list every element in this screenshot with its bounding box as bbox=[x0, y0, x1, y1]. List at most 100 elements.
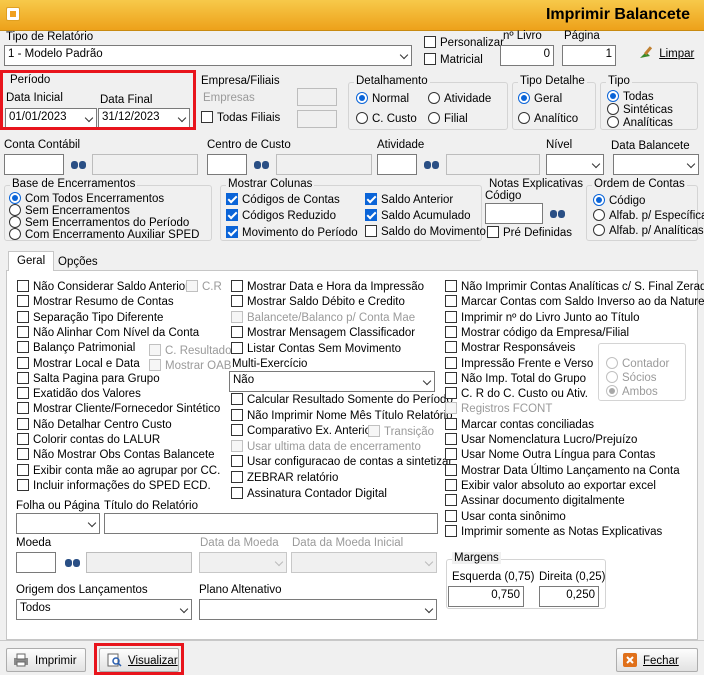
tipo-analiticas-radio[interactable]: Analíticas bbox=[607, 116, 673, 130]
assinar-documento-digitalmente-checkbox[interactable]: Assinar documento digitalmente bbox=[445, 494, 625, 509]
empresas-input[interactable] bbox=[297, 88, 337, 106]
usar-configuracao-de-contas-a-sintetizar-checkbox[interactable]: Usar configuracao de contas a sintetizar bbox=[231, 455, 452, 470]
margem-esquerda-input[interactable]: 0,750 bbox=[448, 586, 524, 607]
base-auxiliar-sped-radio[interactable]: Com Encerramento Auxiliar SPED bbox=[9, 228, 199, 242]
detalhamento-atividade-radio[interactable]: Atividade bbox=[428, 92, 491, 106]
usar-nomenclatura-lucro-prejuizo-checkbox[interactable]: Usar Nomenclatura Lucro/Prejuízo bbox=[445, 433, 637, 448]
mostrar-oab-checkbox[interactable]: Mostrar OAB bbox=[149, 359, 231, 374]
c-r-do-c-custo-ou-ativ-checkbox[interactable]: C. R do C. Custo ou Ativ. bbox=[445, 387, 588, 402]
folha-select[interactable] bbox=[16, 513, 100, 534]
zebrar-relatorio-checkbox[interactable]: ZEBRAR relatório bbox=[231, 471, 338, 486]
resp-socios-radio[interactable]: Sócios bbox=[606, 371, 657, 385]
mostrar-local-e-data-checkbox[interactable]: Mostrar Local e Data bbox=[17, 356, 140, 372]
exibir-valor-absoluto-ao-exportar-excel-checkbox[interactable]: Exibir valor absoluto ao exportar excel bbox=[445, 478, 656, 494]
saldo-movimento-checkbox[interactable]: Saldo do Movimento bbox=[365, 225, 486, 240]
nlivro-input[interactable]: 0 bbox=[500, 45, 554, 66]
detalhamento-ccusto-radio[interactable]: C. Custo bbox=[356, 112, 417, 126]
fechar-button[interactable]: Fechar bbox=[616, 648, 698, 672]
imprimir-button[interactable]: Imprimir bbox=[6, 648, 86, 672]
nivel-select[interactable] bbox=[546, 154, 604, 175]
nao-imp-total-do-grupo-checkbox[interactable]: Não Imp. Total do Grupo bbox=[445, 371, 586, 387]
centro-custo-input[interactable] bbox=[207, 154, 247, 175]
exibir-conta-mae-ao-agrupar-por-cc-checkbox[interactable]: Exibir conta mãe ao agrupar por CC. bbox=[17, 463, 220, 479]
plano-alternativo-select[interactable] bbox=[199, 599, 437, 620]
data-moeda-picker[interactable] bbox=[199, 552, 287, 573]
titulo-relatorio-input[interactable] bbox=[104, 513, 438, 534]
moeda-input[interactable] bbox=[16, 552, 56, 573]
tipo-detalhe-geral-radio[interactable]: Geral bbox=[518, 92, 562, 106]
atividade-search-icon[interactable] bbox=[423, 157, 441, 171]
filiais-input[interactable] bbox=[297, 110, 337, 128]
tipo-relatorio-select[interactable]: 1 - Modelo Padrão bbox=[4, 45, 412, 66]
data-balancete-select[interactable] bbox=[613, 154, 699, 175]
mostrar-codigo-da-empresa-filial-checkbox[interactable]: Mostrar código da Empresa/Filial bbox=[445, 325, 629, 341]
separacao-tipo-diferente-checkbox[interactable]: Separação Tipo Diferente bbox=[17, 310, 163, 326]
nao-considerar-saldo-anterior-checkbox[interactable]: Não Considerar Saldo Anterior bbox=[17, 280, 189, 295]
tipo-todas-radio[interactable]: Todas bbox=[607, 90, 654, 104]
nao-imprimir-contas-analiticas-c-s-final-checkbox[interactable]: Não Imprimir Contas Analíticas c/ S. Fin… bbox=[445, 280, 704, 295]
mostrar-data-ultimo-lancamento-na-conta-checkbox[interactable]: Mostrar Data Último Lançamento na Conta bbox=[445, 463, 680, 479]
multi-exercicio-select[interactable]: Não bbox=[229, 371, 435, 392]
centro-custo-search-icon[interactable] bbox=[253, 157, 271, 171]
salta-pagina-para-grupo-checkbox[interactable]: Salta Pagina para Grupo bbox=[17, 371, 160, 387]
limpar-button[interactable]: Limpar bbox=[638, 44, 694, 64]
incluir-informacoes-do-sped-ecd-checkbox[interactable]: Incluir informações do SPED ECD. bbox=[17, 478, 211, 494]
detalhamento-filial-radio[interactable]: Filial bbox=[428, 112, 468, 126]
codigos-reduzido-checkbox[interactable]: Códigos Reduzido bbox=[226, 209, 336, 224]
balancete-balanco-p-conta-mae-checkbox[interactable]: Balancete/Balanco p/ Conta Mae bbox=[231, 310, 415, 326]
usar-nome-outra-lingua-para-contas-checkbox[interactable]: Usar Nome Outra Língua para Contas bbox=[445, 448, 655, 463]
conta-contabil-input[interactable] bbox=[4, 154, 64, 175]
ordem-codigo-radio[interactable]: Código bbox=[593, 194, 645, 208]
calcular-resultado-somente-do-periodo-checkbox[interactable]: Calcular Resultado Somente do Período bbox=[231, 393, 453, 408]
moeda-search-icon[interactable] bbox=[64, 555, 82, 569]
usar-conta-sinonimo-checkbox[interactable]: Usar conta sinônimo bbox=[445, 509, 566, 525]
tipo-detalhe-analitico-radio[interactable]: Analítico bbox=[518, 112, 578, 126]
data-moeda-inicial-picker[interactable] bbox=[291, 552, 437, 573]
cr-checkbox[interactable]: C.R bbox=[186, 280, 222, 295]
tipo-sinteticas-radio[interactable]: Sintéticas bbox=[607, 103, 673, 117]
conta-contabil-search-icon[interactable] bbox=[70, 157, 88, 171]
mostrar-saldo-debito-e-credito-checkbox[interactable]: Mostrar Saldo Débito e Credito bbox=[231, 295, 405, 310]
saldo-anterior-checkbox[interactable]: Saldo Anterior bbox=[365, 193, 453, 208]
tab-geral[interactable]: Geral bbox=[8, 251, 55, 271]
atividade-input[interactable] bbox=[377, 154, 417, 175]
ordem-alfab-analiticas-radio[interactable]: Alfab. p/ Analíticas bbox=[593, 224, 704, 238]
balanco-patrimonial-checkbox[interactable]: Balanço Patrimonial bbox=[17, 341, 135, 356]
exatidao-dos-valores-checkbox[interactable]: Exatidão dos Valores bbox=[17, 387, 141, 402]
imprimir-somente-as-notas-explicativas-checkbox[interactable]: Imprimir somente as Notas Explicativas bbox=[445, 524, 662, 540]
personalizar-checkbox[interactable]: Personalizar bbox=[424, 36, 504, 51]
margem-direita-input[interactable]: 0,250 bbox=[539, 586, 599, 607]
saldo-acumulado-checkbox[interactable]: Saldo Acumulado bbox=[365, 209, 471, 224]
nao-imprimir-nome-mes-titulo-relatorio-checkbox[interactable]: Não Imprimir Nome Mês Título Relatório bbox=[231, 408, 453, 424]
colorir-contas-do-lalur-checkbox[interactable]: Colorir contas do LALUR bbox=[17, 433, 160, 448]
notas-codigo-input[interactable] bbox=[485, 203, 543, 224]
assinatura-contador-digital-checkbox[interactable]: Assinatura Contador Digital bbox=[231, 486, 387, 502]
usar-ultima-data-de-encerramento-checkbox[interactable]: Usar ultima data de encerramento bbox=[231, 439, 421, 455]
pagina-input[interactable]: 1 bbox=[562, 45, 616, 66]
todas-filiais-checkbox[interactable]: Todas Filiais bbox=[201, 111, 280, 126]
impressao-frente-e-verso-checkbox[interactable]: Impressão Frente e Verso bbox=[445, 356, 593, 372]
transicao-checkbox[interactable]: Transição bbox=[368, 425, 434, 440]
notas-search-icon[interactable] bbox=[549, 206, 567, 220]
marcar-contas-conciliadas-checkbox[interactable]: Marcar contas conciliadas bbox=[445, 417, 594, 433]
comparativo-ex-anterior-checkbox[interactable]: Comparativo Ex. Anterior bbox=[231, 424, 375, 439]
mostrar-resumo-de-contas-checkbox[interactable]: Mostrar Resumo de Contas bbox=[17, 295, 174, 310]
movimento-periodo-checkbox[interactable]: Movimento do Período bbox=[226, 226, 358, 241]
codigos-contas-checkbox[interactable]: Códigos de Contas bbox=[226, 193, 340, 208]
mostrar-mensagem-classificador-checkbox[interactable]: Mostrar Mensagem Classificador bbox=[231, 326, 415, 341]
imprimir-n-do-livro-junto-ao-titulo-checkbox[interactable]: Imprimir nº do Livro Junto ao Título bbox=[445, 310, 639, 326]
cresultado-checkbox[interactable]: C. Resultado bbox=[149, 344, 231, 359]
nao-mostrar-obs-contas-balancete-checkbox[interactable]: Não Mostrar Obs Contas Balancete bbox=[17, 448, 215, 463]
marcar-contas-com-saldo-inverso-ao-da-na-checkbox[interactable]: Marcar Contas com Saldo Inverso ao da Na… bbox=[445, 295, 704, 310]
origem-select[interactable]: Todos bbox=[16, 599, 192, 620]
ordem-alfab-especifica-radio[interactable]: Alfab. p/ Específica bbox=[593, 209, 704, 223]
resp-contador-radio[interactable]: Contador bbox=[606, 357, 669, 371]
mostrar-responsaveis-checkbox[interactable]: Mostrar Responsáveis bbox=[445, 341, 575, 356]
nao-detalhar-centro-custo-checkbox[interactable]: Não Detalhar Centro Custo bbox=[17, 417, 172, 433]
matricial-checkbox[interactable]: Matricial bbox=[424, 53, 483, 68]
resp-ambos-radio[interactable]: Ambos bbox=[606, 385, 658, 399]
nao-alinhar-com-nivel-da-conta-checkbox[interactable]: Não Alinhar Com Nível da Conta bbox=[17, 325, 199, 341]
detalhamento-normal-radio[interactable]: Normal bbox=[356, 92, 409, 106]
listar-contas-sem-movimento-checkbox[interactable]: Listar Contas Sem Movimento bbox=[231, 341, 401, 357]
mostrar-cliente-fornecedor-sintetico-checkbox[interactable]: Mostrar Cliente/Fornecedor Sintético bbox=[17, 402, 220, 417]
